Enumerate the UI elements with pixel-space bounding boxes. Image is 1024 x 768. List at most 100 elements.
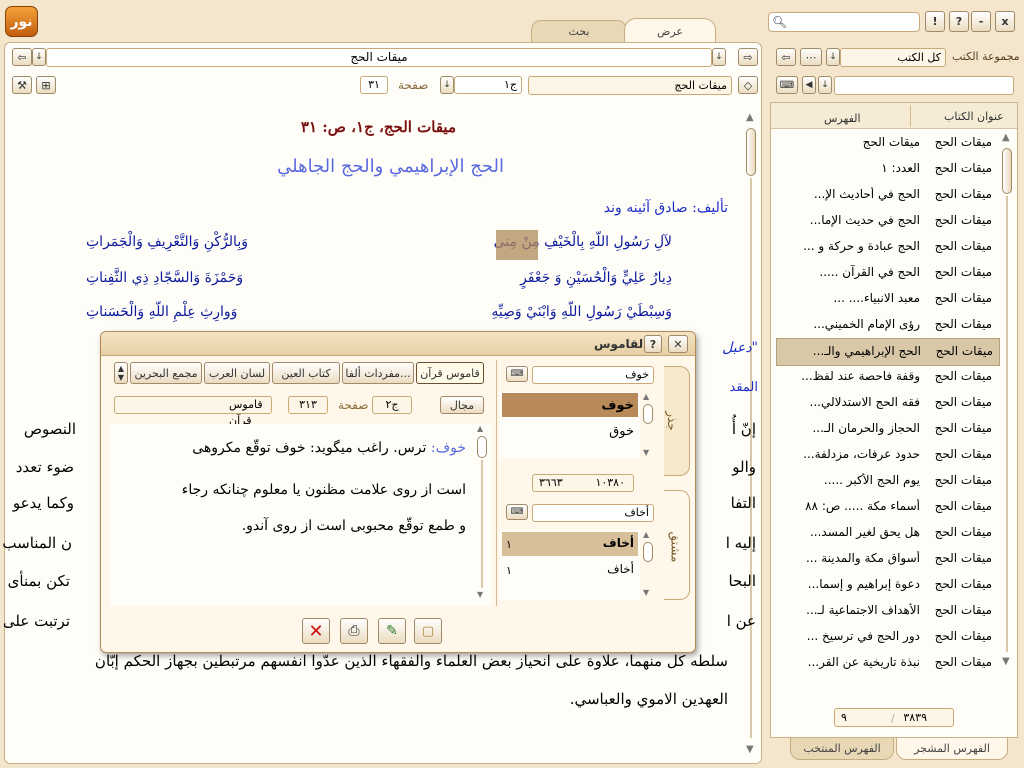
sidebar-down-button[interactable]: ↓	[818, 76, 832, 94]
dict-tab[interactable]: لسان العرب	[204, 362, 270, 384]
dictionary-close-button[interactable]: ✕	[668, 335, 688, 353]
scroll-thumb[interactable]	[643, 542, 653, 562]
layout-button[interactable]: ⊞	[36, 76, 56, 94]
scroll-up-icon: ▲	[746, 112, 754, 123]
app-logo[interactable]: نور	[5, 6, 38, 37]
dict-field-button[interactable]: مجال	[440, 396, 484, 414]
toc-row[interactable]: ميقات الحج الحج عبادة و حركة و ...	[776, 234, 998, 260]
toc-row[interactable]: ميقات الحج ميقات الحج	[776, 130, 998, 156]
derived-input-text: أخاف	[624, 506, 649, 519]
toc-row[interactable]: ميقات الحج أسواق مكة والمدينة ...	[776, 546, 998, 572]
derived-keyboard-button[interactable]: ⌨	[506, 504, 528, 520]
scroll-thumb[interactable]	[477, 436, 487, 458]
dict-close-action-button[interactable]: ✕	[302, 618, 330, 644]
partial-text: البحا	[728, 572, 756, 590]
volume-field[interactable]: ج١	[454, 76, 522, 94]
tab-tree-index[interactable]: الفهرس المشجر	[896, 738, 1008, 760]
toc-row[interactable]: ميقات الحج العدد: ١	[776, 156, 998, 182]
toc-scrollbar[interactable]: ▲ ▼	[1000, 132, 1014, 672]
search-input[interactable]: 🔍︎	[768, 12, 920, 32]
toc-row[interactable]: ميقات الحج الحج في القرآن .....	[776, 260, 998, 286]
minimize-button[interactable]: -	[971, 11, 991, 32]
derived-input[interactable]: أخاف	[532, 504, 654, 522]
dict-tab-label: كتاب العين	[281, 366, 331, 380]
tag-button[interactable]: ◇	[738, 76, 758, 94]
dict-note-button[interactable]: ▢	[414, 618, 442, 644]
scroll-up-icon: ▲	[477, 424, 484, 433]
next-page-button[interactable]: ⇨	[738, 48, 758, 66]
book-title-field[interactable]: ميقات الحج	[46, 48, 712, 67]
root-scrollbar[interactable]: ▲ ▼	[642, 392, 654, 460]
toc-row[interactable]: ميقات الحج يوم الحج الأكبر .....	[776, 468, 998, 494]
tab-search[interactable]: بحث	[531, 20, 627, 42]
sidebar-prev-button[interactable]: ◀	[802, 76, 816, 94]
toc-row[interactable]: ميقات الحج أسماء مكة ..... ص: ٨٨	[776, 494, 998, 520]
dict-page-label: صفحة	[338, 398, 369, 412]
toc-list: ميقات الحج ميقات الحج ميقات الحج العدد: ١ …	[776, 130, 1000, 676]
wrench-icon: ⚒	[17, 78, 27, 92]
info-button[interactable]: !	[925, 11, 945, 32]
toc-row[interactable]: ميقات الحج فقه الحج الاستدلالي...	[776, 390, 998, 416]
derived-item[interactable]: أخاف	[607, 562, 634, 576]
close-button[interactable]: x	[995, 11, 1015, 32]
toc-row[interactable]: ميقات الحج وقفة فاحصة عند لفظ...	[776, 364, 998, 390]
sidebar-filter-input[interactable]	[834, 76, 1014, 95]
partial-text: عن ا	[726, 612, 756, 630]
side-tab-root-label: جذر	[664, 411, 679, 431]
toc-col-book[interactable]: عنوان الكتاب	[944, 110, 1004, 123]
toc-row[interactable]: ميقات الحج رؤى الإمام الخميني...	[776, 312, 998, 338]
root-item[interactable]: خوق	[609, 424, 634, 439]
book-name-field[interactable]: ميقات الحج	[528, 76, 732, 95]
toc-col-index[interactable]: الفهرس	[824, 112, 861, 125]
title-dropdown-button[interactable]: ↓	[32, 48, 46, 66]
scroll-thumb[interactable]	[746, 128, 756, 176]
dict-tab[interactable]: كتاب العين	[272, 362, 340, 384]
arrow-down-icon: ↓	[829, 52, 837, 62]
root-item[interactable]: خوف	[601, 398, 634, 413]
toc-row[interactable]: ميقات الحج دعوة إبراهيم و إسما...	[776, 572, 998, 598]
info-icon: !	[932, 15, 938, 28]
scroll-thumb[interactable]	[643, 404, 653, 424]
root-keyboard-button[interactable]: ⌨	[506, 366, 528, 382]
derived-scrollbar[interactable]: ▲ ▼	[642, 530, 654, 600]
dict-copy-button[interactable]: ✎	[378, 618, 406, 644]
collection-select[interactable]: كل الكتب	[840, 48, 946, 67]
page-number-field[interactable]: ٣١	[360, 76, 388, 94]
toc-row[interactable]: ميقات الحج دور الحج في ترسيخ ...	[776, 624, 998, 650]
toc-row[interactable]: ميقات الحج حدود عرفات، مزدلفة...	[776, 442, 998, 468]
collection-dropdown-button[interactable]: ↓	[826, 48, 840, 66]
sidebar-keyboard-button[interactable]: ⌨	[776, 76, 798, 94]
dict-tab-active[interactable]: قاموس قرآن	[416, 362, 484, 384]
definition-scrollbar[interactable]: ▲ ▼	[476, 424, 488, 602]
toc-row[interactable]: ميقات الحج الأهداف الاجتماعية لـ...	[776, 598, 998, 624]
scroll-down-icon: ▼	[1002, 656, 1010, 667]
dict-tab[interactable]: مجمع البحرين	[130, 362, 202, 384]
help-button[interactable]: ?	[949, 11, 969, 32]
counter-divider: /	[891, 712, 895, 725]
dict-tab-label: مفردات ألفا...	[345, 366, 411, 380]
dict-tabs-scroll[interactable]: ▲ ▼	[114, 362, 128, 384]
tools-button[interactable]: ⚒	[12, 76, 32, 94]
tab-selected-index[interactable]: الفهرس المنتخب	[790, 738, 894, 760]
toc-row[interactable]: ميقات الحج هل يحق لغير المسد...	[776, 520, 998, 546]
derived-item[interactable]: أخاف	[603, 536, 634, 550]
volume-dropdown-button[interactable]: ↓	[440, 76, 454, 94]
toc-row[interactable]: ميقات الحج نبذة تاريخية عن القر...	[776, 650, 998, 676]
toc-row[interactable]: ميقات الحج معبد الانبياء.... ...	[776, 286, 998, 312]
toc-row[interactable]: ميقات الحج الحج في حديث الإما...	[776, 208, 998, 234]
note-icon: ▢	[421, 623, 435, 639]
title-dropdown-right[interactable]: ↓	[712, 48, 726, 66]
sidebar-back-button[interactable]: ⇦	[776, 48, 796, 66]
sidebar-more-button[interactable]: ⋯	[800, 48, 822, 66]
tab-view[interactable]: عرض	[624, 18, 716, 44]
toc-row-selected[interactable]: ميقات الحج الحج الإبراهيمي والـ...	[776, 338, 1000, 366]
root-input[interactable]: خوف	[532, 366, 654, 384]
dictionary-help-button[interactable]: ?	[644, 335, 662, 353]
scroll-thumb[interactable]	[1002, 148, 1012, 194]
partial-text: التفا	[730, 494, 756, 512]
toc-row[interactable]: ميقات الحج الحجاز والحرمان الـ...	[776, 416, 998, 442]
prev-page-button[interactable]: ⇦	[12, 48, 32, 66]
dict-tab[interactable]: مفردات ألفا...	[342, 362, 414, 384]
dict-print-button[interactable]: ⎙	[340, 618, 368, 644]
toc-row[interactable]: ميقات الحج الحج في أحاديث الإ...	[776, 182, 998, 208]
